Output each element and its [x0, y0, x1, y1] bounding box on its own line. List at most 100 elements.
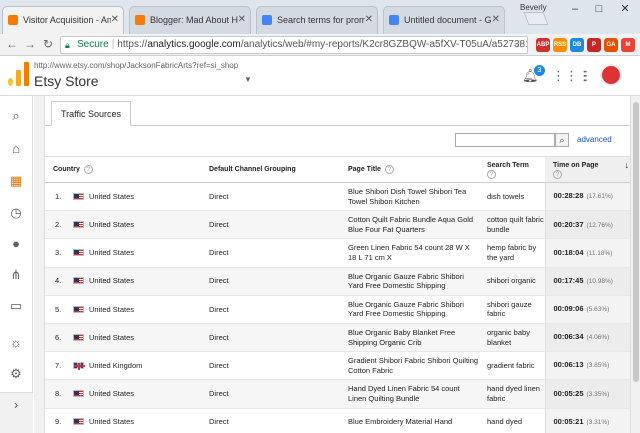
page-title-cell[interactable]: Blue Embroidery Material Hand — [340, 408, 479, 433]
page-title-cell[interactable]: Blue Organic Baby Blanket Free Shipping … — [340, 323, 479, 353]
channel-cell[interactable]: Direct — [201, 267, 340, 296]
admin-gear-icon[interactable]: ⚙ — [8, 366, 24, 382]
page-title-cell[interactable]: Hand Dyed Linen Fabric 54 count Linen Qu… — [340, 379, 479, 409]
table-search-input[interactable] — [455, 133, 555, 147]
more-vert-icon[interactable]: ⋮ — [578, 68, 594, 84]
channel-cell[interactable]: Direct — [201, 238, 340, 268]
forward-arrow-icon[interactable]: → — [22, 36, 38, 52]
back-arrow-icon[interactable]: ← — [4, 36, 20, 52]
dropbox-extension-icon[interactable]: DB — [570, 38, 584, 52]
country-value[interactable]: United States — [89, 389, 134, 398]
expand-chevron-icon[interactable]: › — [8, 397, 24, 413]
column-header-channel[interactable]: Default Channel Grouping — [201, 156, 340, 183]
tab-close-icon[interactable]: ✕ — [111, 7, 119, 33]
column-header-search-term[interactable]: Search Term? — [479, 156, 545, 183]
country-value[interactable]: United States — [89, 305, 134, 314]
home-icon[interactable]: ⌂ — [8, 141, 24, 157]
new-tab-button[interactable] — [523, 12, 549, 25]
country-value[interactable]: United Kingdom — [89, 361, 142, 370]
search-term-cell[interactable]: shibori organic — [479, 267, 545, 296]
profile-name-badge[interactable]: Beverly — [520, 3, 547, 12]
discover-bulb-icon[interactable]: ☼ — [8, 335, 24, 351]
maximize-icon[interactable]: □ — [588, 0, 610, 18]
search-icon[interactable]: ⌕ — [555, 133, 569, 147]
google-analytics-logo-icon[interactable] — [8, 62, 30, 86]
search-term-cell[interactable]: gradient fabric — [479, 351, 545, 381]
search-term-cell[interactable]: shibori gauze fabric — [479, 295, 545, 324]
channel-cell[interactable]: Direct — [201, 182, 340, 212]
channel-cell[interactable]: Direct — [201, 351, 340, 381]
acquisition-icon[interactable]: ⋔ — [8, 267, 24, 283]
search-term-cell[interactable]: hand dyed — [479, 408, 545, 433]
customization-icon[interactable]: ▦ — [8, 173, 24, 189]
help-icon[interactable]: ? — [553, 169, 562, 179]
tab-close-icon[interactable]: ✕ — [238, 7, 246, 33]
bookmark-star-icon[interactable]: ☆ — [514, 37, 524, 53]
close-window-icon[interactable]: ✕ — [614, 0, 636, 18]
search-icon[interactable]: ⌕ — [8, 108, 24, 124]
tab-title: Untitled document - Goo — [404, 15, 492, 25]
country-value[interactable]: United States — [89, 333, 134, 342]
adblock-extension-icon[interactable]: ABP — [536, 38, 550, 52]
account-view-name[interactable]: Etsy Store — [34, 73, 99, 89]
search-term-cell[interactable]: dish towels — [479, 182, 545, 212]
search-term-cell[interactable]: hemp fabric by the yard — [479, 238, 545, 268]
browser-tab-search-terms[interactable]: Search terms for promot ✕ — [256, 6, 378, 34]
country-value[interactable]: United States — [89, 417, 134, 426]
page-title-cell[interactable]: Gradient Shibori Fabric Shibori Quilting… — [340, 351, 479, 381]
column-header-time-on-page[interactable]: Time on Page ↓? — [545, 156, 630, 183]
realtime-clock-icon[interactable]: ◷ — [8, 205, 24, 221]
rss-extension-icon[interactable]: RSS — [553, 38, 567, 52]
advanced-filter-link[interactable]: advanced — [577, 135, 612, 144]
help-icon[interactable]: ? — [384, 165, 394, 174]
pinterest-extension-icon[interactable]: P — [587, 38, 601, 52]
search-term-cell[interactable]: cotton quilt fabric bundle — [479, 210, 545, 240]
page-title-cell[interactable]: Cotton Quilt Fabric Bundle Aqua Gold Blu… — [340, 210, 479, 240]
channel-cell[interactable]: Direct — [201, 323, 340, 353]
reload-icon[interactable]: ↻ — [40, 36, 56, 52]
page-title-cell[interactable]: Blue Shibori Dish Towel Shibori Tea Towe… — [340, 182, 479, 212]
page-title-cell[interactable]: Green Linen Fabric 54 count 28 W X 18 L … — [340, 238, 479, 268]
user-avatar[interactable] — [600, 64, 622, 86]
column-header-page-title[interactable]: Page Title? — [340, 156, 479, 183]
help-icon[interactable]: ? — [83, 165, 93, 174]
browser-tab-analytics[interactable]: Visitor Acquisition - Anal ✕ — [2, 6, 124, 34]
gmail-extension-icon[interactable]: M — [621, 38, 635, 52]
channel-cell[interactable]: Direct — [201, 379, 340, 409]
browser-tab-blogger[interactable]: Blogger: Mad About Han ✕ — [129, 6, 251, 34]
table-row: 1. United States Direct Blue Shibori Dish T… — [45, 182, 630, 212]
apps-grid-icon[interactable]: ⋮⋮⋮ — [552, 68, 591, 84]
tab-traffic-sources[interactable]: Traffic Sources — [51, 101, 132, 126]
time-value: 00:05:25 — [553, 388, 584, 398]
country-value[interactable]: United States — [89, 248, 134, 257]
ga-extension-icon[interactable]: GA — [604, 38, 618, 52]
time-on-page-cell: 00:17:45 (10.98%) — [544, 267, 630, 296]
sort-descending-icon[interactable]: ↓ — [625, 160, 630, 170]
audience-person-icon[interactable]: ● — [8, 236, 24, 252]
country-value[interactable]: United States — [89, 192, 134, 201]
analytics-favicon-icon — [8, 15, 18, 25]
search-term-cell[interactable]: organic baby blanket — [479, 323, 545, 353]
page-scrollbar[interactable] — [630, 96, 640, 433]
behavior-icon[interactable]: ▭ — [8, 298, 24, 314]
account-dropdown-icon[interactable]: ▼ — [244, 75, 252, 84]
browser-tab-untitled-doc[interactable]: Untitled document - Goo ✕ — [383, 6, 505, 34]
channel-cell[interactable]: Direct — [201, 295, 340, 324]
minimize-icon[interactable]: – — [564, 0, 586, 18]
channel-cell[interactable]: Direct — [201, 408, 340, 433]
tab-close-icon[interactable]: ✕ — [365, 7, 373, 33]
time-percent: (3.35%) — [586, 390, 610, 398]
country-value[interactable]: United States — [89, 220, 134, 229]
channel-cell[interactable]: Direct — [201, 210, 340, 240]
column-header-country[interactable]: Country? — [45, 156, 201, 183]
page-title-cell[interactable]: Blue Organic Gauze Fabric Shibori Yard F… — [340, 295, 479, 324]
country-value[interactable]: United States — [89, 276, 134, 285]
help-icon[interactable]: ? — [487, 169, 496, 179]
time-on-page-cell: 00:28:28 (17.61%) — [544, 182, 630, 212]
search-term-cell[interactable]: hand dyed linen fabric — [479, 379, 545, 409]
page-title-cell[interactable]: Blue Organic Gauze Fabric Shibori Yard F… — [340, 267, 479, 296]
address-bar[interactable]: 🔒︎ Secure | https://analytics.google.com/a… — [60, 36, 528, 54]
tab-close-icon[interactable]: ✕ — [492, 7, 500, 33]
blogger-favicon-icon — [135, 15, 145, 25]
scrollbar-thumb[interactable] — [633, 102, 639, 382]
